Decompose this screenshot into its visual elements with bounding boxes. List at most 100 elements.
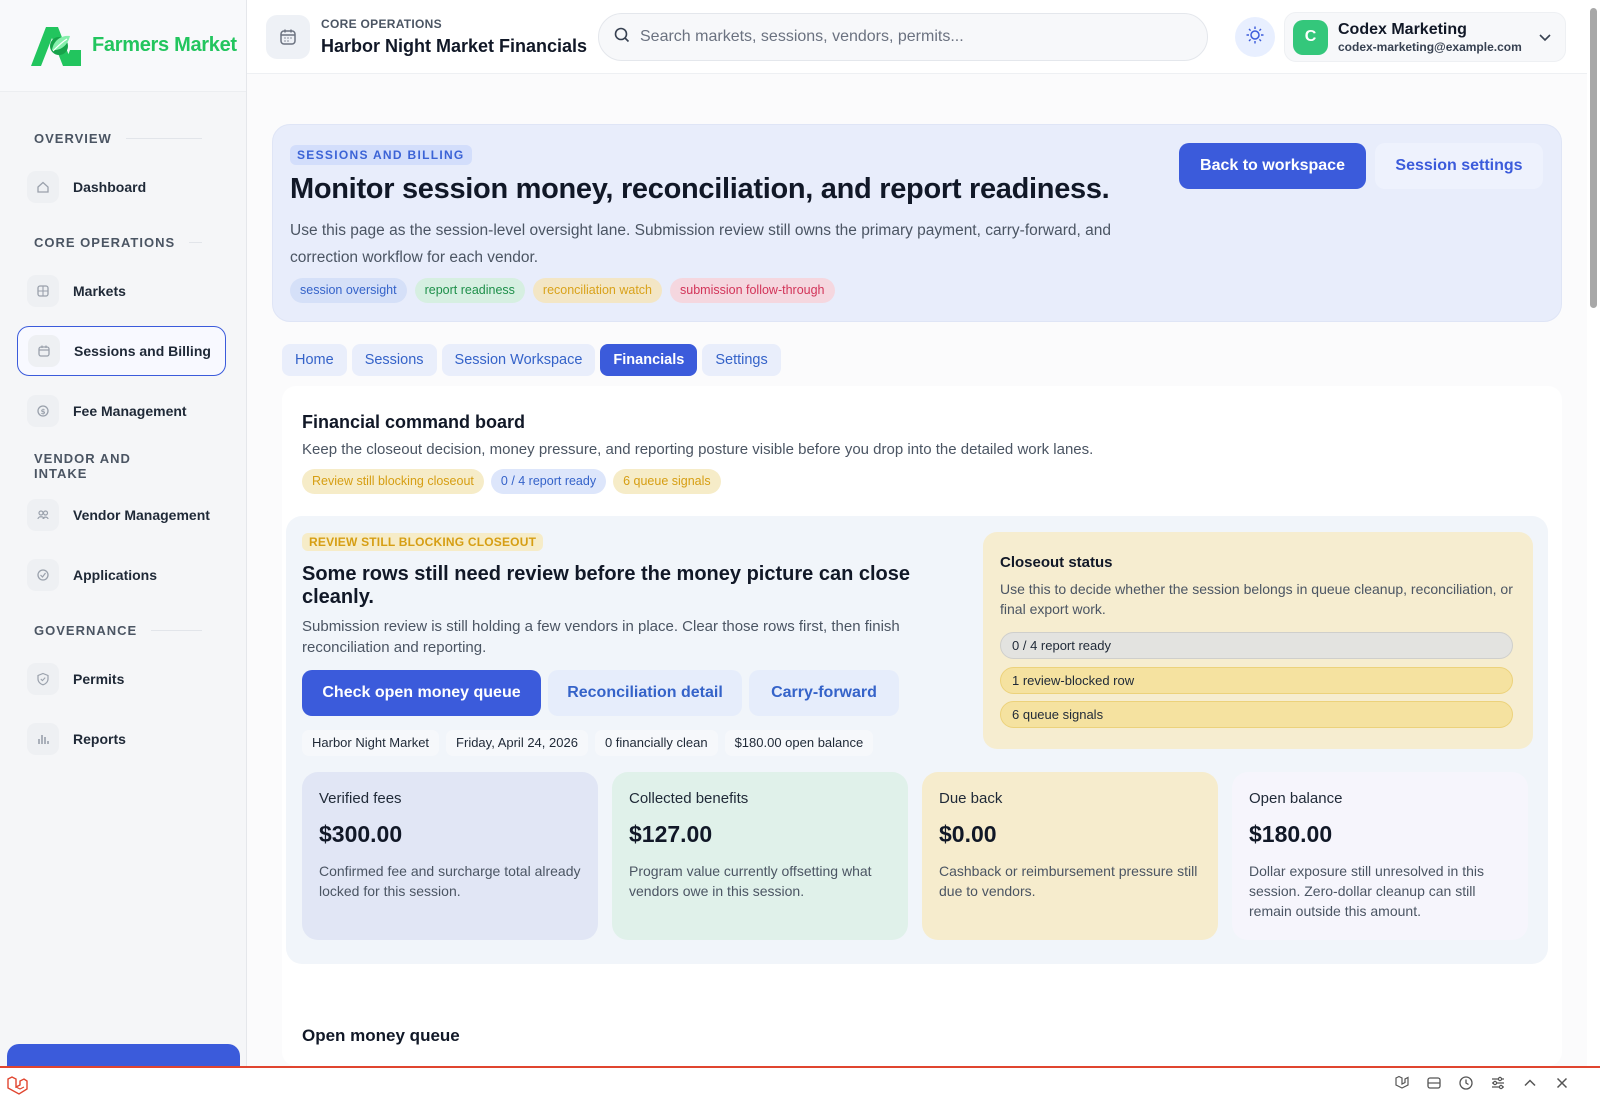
stat-description: Program value currently offsetting what … (629, 863, 872, 899)
stat-value: $0.00 (939, 821, 997, 847)
stat-value: $127.00 (629, 821, 713, 847)
tab-home[interactable]: Home (282, 344, 347, 376)
sidebar-item-markets[interactable]: Markets (17, 266, 226, 316)
scrollbar-thumb[interactable] (1590, 8, 1597, 308)
stat-label: Collected benefits (629, 790, 749, 807)
home-icon (27, 171, 59, 203)
sidebar-nav: OVERVIEW Dashboard CORE OPERATIONS Marke… (0, 92, 246, 764)
chevron-down-icon (1537, 29, 1553, 50)
sidebar-item-vendor-management[interactable]: Vendor Management (17, 490, 226, 540)
stat-label: Open balance (1249, 790, 1343, 807)
avatar: C (1293, 19, 1328, 55)
tab-settings[interactable]: Settings (702, 344, 781, 376)
stat-description: Cashback or reimbursement pressure still… (939, 863, 1198, 899)
main-content: SESSIONS AND BILLING Monitor session mon… (247, 74, 1587, 1066)
tag: session oversight (290, 278, 407, 303)
carry-forward-button[interactable]: Carry-forward (749, 670, 899, 716)
stat-value: $180.00 (1249, 821, 1333, 847)
open-money-queue-title: Open money queue (302, 1026, 460, 1045)
search-placeholder: Search markets, sessions, vendors, permi… (640, 28, 964, 45)
sidebar-item-reports[interactable]: Reports (17, 714, 226, 764)
sidebar-item-permits[interactable]: Permits (17, 654, 226, 704)
search-input[interactable]: Search markets, sessions, vendors, permi… (598, 13, 1208, 61)
database-icon[interactable] (1426, 1075, 1442, 1094)
hero-banner: SESSIONS AND BILLING Monitor session mon… (272, 124, 1562, 322)
laravel-icon[interactable] (1394, 1075, 1410, 1094)
users-icon (27, 499, 59, 531)
farmers-market-logo-icon (28, 24, 84, 68)
brand-name: Farmers Market (92, 34, 237, 56)
sidebar-item-label: Reports (73, 731, 126, 747)
board-title: Financial command board (302, 412, 526, 432)
nav-section-overview: OVERVIEW (0, 128, 246, 148)
closeout-status-panel: Closeout status Use this to decide wheth… (983, 532, 1533, 749)
tab-financials[interactable]: Financials (600, 344, 698, 376)
sidebar-item-label: Vendor Management (73, 507, 210, 523)
sidebar-item-label: Fee Management (73, 403, 187, 419)
hero-description: Use this page as the session-level overs… (290, 222, 1111, 266)
stat-card-verified-fees: Verified fees $300.00 Confirmed fee and … (302, 772, 598, 940)
closeout-alert-card: REVIEW STILL BLOCKING CLOSEOUT Some rows… (286, 516, 1548, 964)
closeout-row: 6 queue signals (1000, 701, 1513, 728)
stat-card-due-back: Due back $0.00 Cashback or reimbursement… (922, 772, 1218, 940)
sidebar-item-applications[interactable]: Applications (17, 550, 226, 600)
topbar: CORE OPERATIONS Harbor Night Market Fina… (247, 0, 1587, 74)
shield-icon (27, 663, 59, 695)
status-badge: Review still blocking closeout (302, 469, 484, 494)
session-meta: Harbor Night Market Friday, April 24, 20… (302, 730, 874, 756)
tag: submission follow-through (670, 278, 835, 303)
tag: reconciliation watch (532, 278, 662, 303)
user-email: codex-marketing@example.com (1338, 39, 1522, 54)
nav-section-label: CORE OPERATIONS (34, 234, 176, 250)
meta-open-balance: $180.00 open balance (724, 730, 874, 756)
nav-section-governance: GOVERNANCE (0, 620, 246, 640)
sidebar-item-label: Applications (73, 567, 158, 583)
back-to-workspace-button[interactable]: Back to workspace (1179, 143, 1366, 189)
sliders-icon[interactable] (1490, 1075, 1506, 1094)
sidebar-footer-button[interactable] (7, 1044, 240, 1066)
tab-session-workspace[interactable]: Session Workspace (441, 344, 596, 376)
debug-toolbar (0, 1066, 1600, 1100)
theme-toggle-button[interactable] (1235, 17, 1275, 57)
page-scrollbar[interactable] (1587, 0, 1600, 1066)
brand[interactable]: Farmers Market (0, 0, 246, 92)
sidebar: Farmers Market OVERVIEW Dashboard CORE O… (0, 0, 247, 1066)
stat-label: Verified fees (319, 790, 402, 807)
tab-sessions[interactable]: Sessions (351, 344, 437, 376)
chevron-up-icon[interactable] (1522, 1075, 1538, 1094)
sidebar-item-fee-management[interactable]: $ Fee Management (17, 386, 226, 436)
hero-tags: session oversight report readiness recon… (290, 278, 835, 303)
nav-section-core-operations: CORE OPERATIONS (0, 232, 246, 252)
alert-title: Some rows still need review before the m… (302, 563, 910, 608)
search-icon (613, 26, 631, 49)
sidebar-item-dashboard[interactable]: Dashboard (17, 162, 226, 212)
alert-description: Submission review is still holding a few… (302, 618, 900, 656)
close-icon[interactable] (1554, 1075, 1570, 1094)
financial-command-board: Financial command board Keep the closeou… (282, 386, 1562, 1066)
closeout-title: Closeout status (1000, 554, 1113, 571)
laravel-logo-icon[interactable] (6, 1076, 28, 1100)
stat-card-open-balance: Open balance $180.00 Dollar exposure sti… (1232, 772, 1528, 940)
user-name: Codex Marketing (1338, 20, 1467, 38)
user-menu[interactable]: C Codex Marketing codex-marketing@exampl… (1284, 12, 1566, 62)
status-badge: 6 queue signals (613, 469, 721, 494)
clipboard-icon (27, 559, 59, 591)
sidebar-item-label: Sessions and Billing (74, 343, 211, 359)
svg-text:$: $ (41, 408, 46, 416)
calendar-icon (28, 335, 60, 367)
divider (151, 629, 202, 631)
board-subtitle: Keep the closeout decision, money pressu… (302, 441, 1094, 458)
clock-icon[interactable] (1458, 1075, 1474, 1094)
divider (189, 241, 202, 243)
debug-toolbar-icons (1394, 1075, 1570, 1094)
bar-chart-icon (27, 723, 59, 755)
alert-kicker: REVIEW STILL BLOCKING CLOSEOUT (302, 533, 544, 551)
divider (125, 137, 202, 139)
reconciliation-detail-button[interactable]: Reconciliation detail (548, 670, 742, 716)
sidebar-item-sessions-and-billing[interactable]: Sessions and Billing (17, 326, 226, 376)
nav-section-vendor-and-intake: VENDOR AND INTAKE (0, 451, 246, 481)
nav-section-label: VENDOR AND INTAKE (34, 451, 131, 481)
session-settings-button[interactable]: Session settings (1375, 143, 1543, 189)
stat-label: Due back (939, 790, 1003, 807)
check-open-money-queue-button[interactable]: Check open money queue (302, 670, 541, 716)
